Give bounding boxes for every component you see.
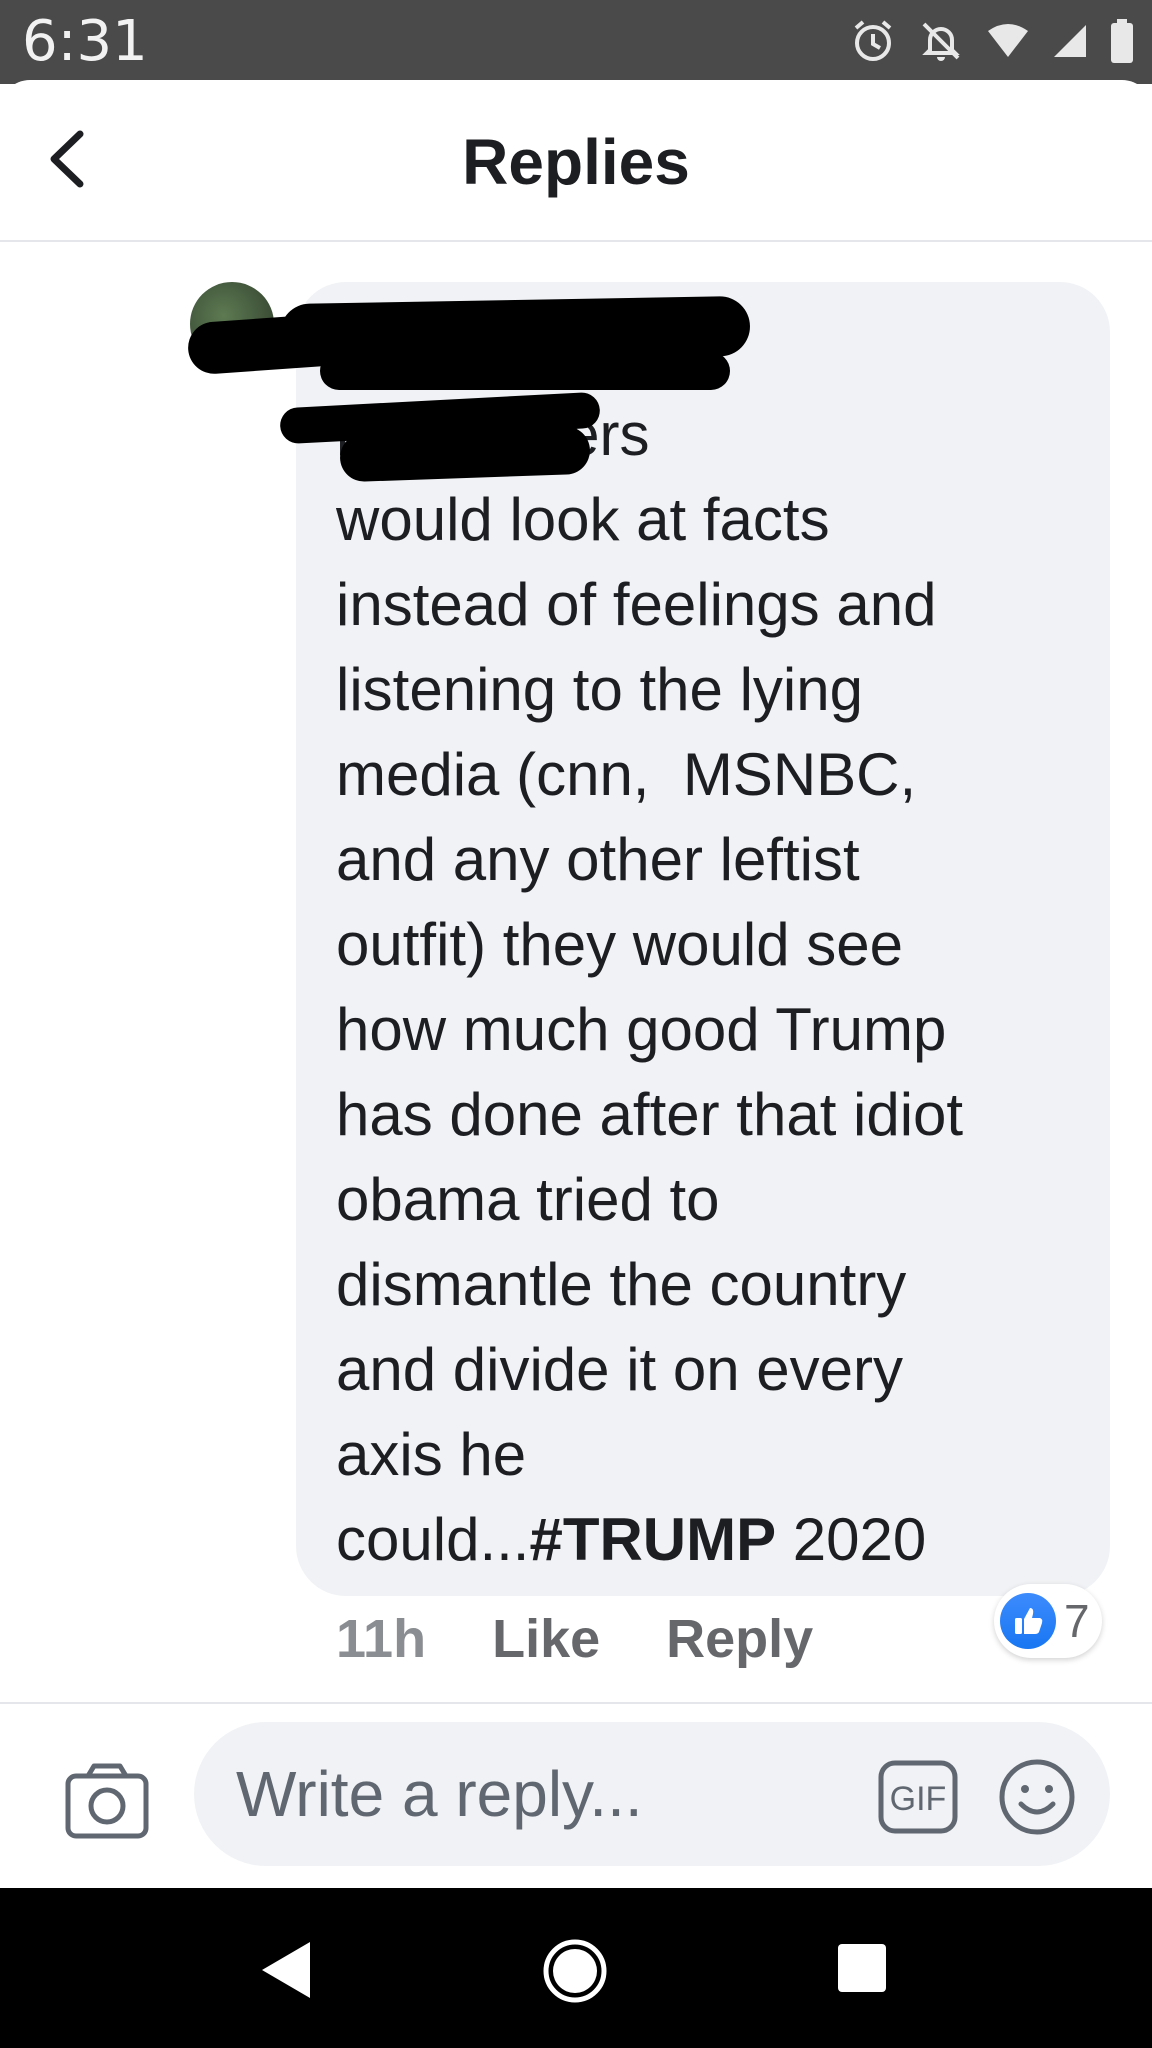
status-time: 6:31	[22, 9, 148, 74]
recents-square-icon[interactable]	[836, 1942, 888, 1994]
divider	[0, 1702, 1152, 1704]
like-button[interactable]: Like	[492, 1608, 600, 1670]
camera-icon[interactable]	[64, 1760, 150, 1840]
back-triangle-icon[interactable]	[258, 1940, 314, 2000]
comment-timestamp: 11h	[336, 1609, 427, 1669]
comment-actions: 11h Like Reply	[336, 1604, 813, 1674]
home-circle-icon[interactable]	[542, 1938, 608, 2004]
status-bar: 6:31	[0, 0, 1152, 84]
status-icons	[850, 16, 1134, 66]
wifi-icon	[988, 24, 1028, 57]
reply-input[interactable]	[236, 1758, 836, 1830]
battery-icon	[1111, 19, 1133, 63]
page-title: Replies	[462, 126, 690, 198]
comment-body: if the haters would look at facts instea…	[336, 401, 964, 1573]
comment-year: 2020	[776, 1506, 927, 1573]
alarm-icon	[854, 20, 892, 61]
gif-button[interactable]: GIF	[878, 1760, 958, 1834]
hashtag-link[interactable]: #TRUMP	[529, 1506, 776, 1573]
gif-label: GIF	[890, 1780, 947, 1818]
system-nav-bar	[0, 1888, 1152, 2048]
reply-button[interactable]: Reply	[666, 1608, 813, 1670]
thumbs-up-icon	[1000, 1593, 1056, 1649]
signal-icon	[1054, 25, 1086, 57]
header: Replies	[0, 80, 1152, 242]
reaction-count: 7	[1064, 1595, 1090, 1647]
comment-text: if the haters would look at facts instea…	[336, 392, 1096, 1582]
smiley-icon[interactable]	[998, 1758, 1076, 1836]
notifications-off-icon	[922, 22, 960, 61]
reaction-summary[interactable]: 7	[994, 1584, 1102, 1658]
reply-composer: GIF	[194, 1722, 1110, 1866]
